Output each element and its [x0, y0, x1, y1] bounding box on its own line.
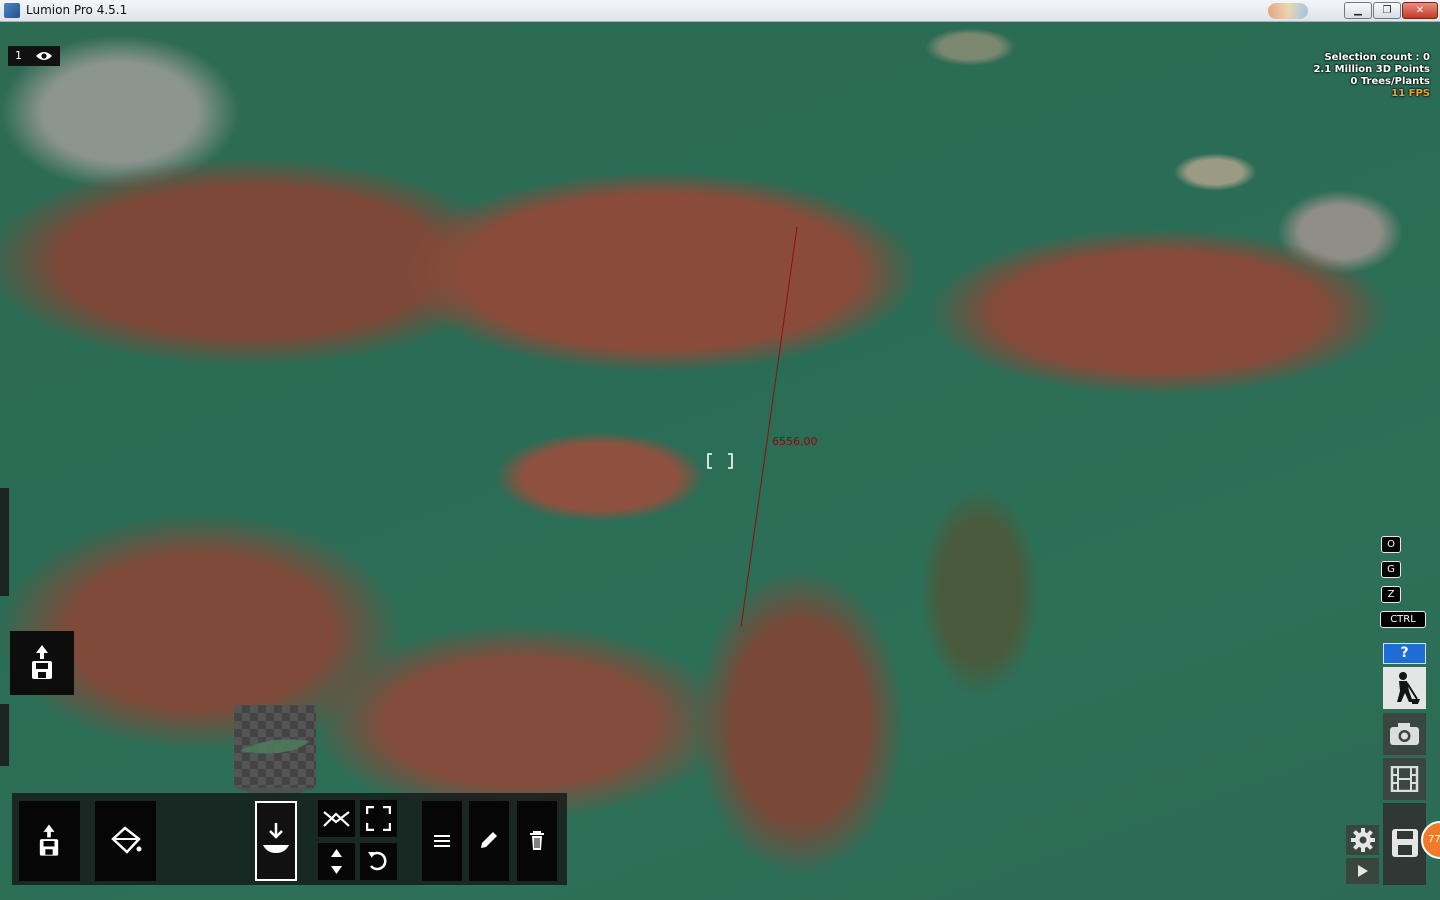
key-ctrl-button[interactable]: CTRL	[1380, 611, 1426, 628]
height-button[interactable]	[318, 843, 355, 880]
save-icon	[1392, 829, 1418, 857]
trash-icon	[530, 831, 544, 850]
close-button[interactable]: ✕	[1402, 2, 1438, 19]
build-mode-button[interactable]	[1383, 667, 1426, 709]
rotate-icon	[368, 851, 387, 871]
selection-count: Selection count : 0	[1324, 52, 1430, 63]
eye-icon[interactable]	[35, 50, 53, 62]
rotate-button[interactable]	[360, 843, 397, 880]
left-panel-tab[interactable]	[0, 488, 9, 596]
place-object-button[interactable]	[255, 801, 297, 881]
key-g-button[interactable]: G	[1381, 561, 1401, 578]
left-panel-tab[interactable]	[0, 704, 9, 766]
play-button[interactable]	[1346, 858, 1379, 884]
move-icon	[323, 811, 350, 827]
viewport-badge[interactable]: 1	[8, 46, 60, 66]
paint-icon	[111, 826, 142, 854]
key-z-button[interactable]: Z	[1381, 586, 1401, 603]
pencil-icon	[481, 832, 497, 848]
scale-button[interactable]	[360, 800, 397, 837]
scale-icon	[366, 806, 391, 831]
movie-mode-button[interactable]	[1383, 758, 1426, 800]
save-panel[interactable]	[1383, 803, 1426, 885]
place-object-icon	[263, 823, 289, 853]
edit-button[interactable]	[469, 801, 509, 881]
list-icon	[434, 835, 450, 847]
list-button[interactable]	[422, 801, 462, 881]
delete-button[interactable]	[517, 801, 557, 881]
crosshair-icon	[707, 453, 733, 469]
gear-icon	[1351, 828, 1375, 852]
model-preview-icon	[240, 739, 310, 754]
watermark-logo	[1268, 3, 1308, 19]
film-icon	[1390, 766, 1419, 792]
app-icon	[4, 3, 20, 18]
measure-value: 6556.00	[772, 435, 818, 448]
import-icon	[39, 824, 59, 856]
settings-button[interactable]	[1346, 825, 1379, 855]
scene-viewport[interactable]: 6556.00 1 Selection count : 0 2.1 Millio…	[0, 22, 1440, 900]
title-bar: Lumion Pro 4.5.1 ▁ ❐ ✕	[0, 0, 1440, 22]
camera-icon	[1390, 723, 1419, 745]
trees-count: 0 Trees/Plants	[1350, 76, 1430, 87]
fps-counter: 11 FPS	[1391, 88, 1430, 99]
minimize-button[interactable]: ▁	[1344, 2, 1372, 19]
import-side-button[interactable]	[10, 631, 74, 695]
height-icon	[331, 849, 342, 874]
play-icon	[1358, 865, 1368, 877]
points-count: 2.1 Million 3D Points	[1313, 64, 1430, 75]
photo-mode-button[interactable]	[1383, 713, 1426, 755]
window-title: Lumion Pro 4.5.1	[26, 3, 128, 17]
help-button[interactable]: ?	[1383, 643, 1426, 664]
import-button[interactable]	[19, 801, 80, 881]
viewport-number: 1	[15, 49, 22, 62]
scene-stats: Selection count : 0 2.1 Million 3D Point…	[1313, 52, 1430, 100]
object-thumbnail[interactable]	[234, 705, 316, 788]
move-button[interactable]	[318, 800, 355, 837]
key-o-button[interactable]: O	[1381, 536, 1401, 553]
build-mode-icon	[1397, 672, 1420, 704]
paint-button[interactable]	[95, 801, 156, 881]
import-icon	[32, 645, 52, 679]
maximize-button[interactable]: ❐	[1373, 2, 1401, 19]
